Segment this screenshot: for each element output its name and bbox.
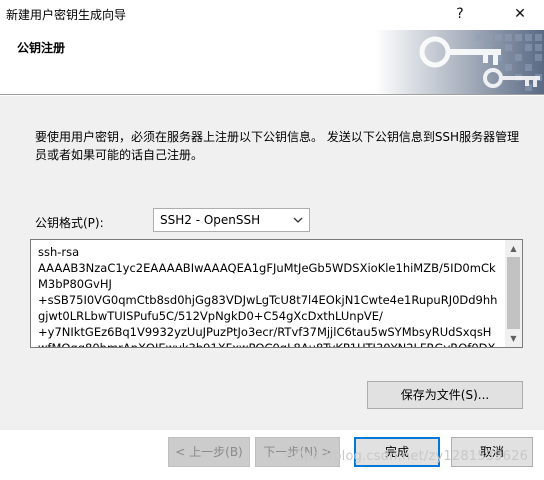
- public-key-textarea[interactable]: ssh-rsa AAAAB3NzaC1yc2EAAAABIwAAAQEA1gFJ…: [30, 239, 523, 348]
- help-button[interactable]: ?: [440, 0, 480, 28]
- format-label: 公钥格式(P):: [35, 216, 104, 230]
- wizard-body: 要使用用户密钥，必须在服务器上注册以下公钥信息。 发送以下公钥信息到SSH服务器…: [0, 96, 544, 430]
- format-select[interactable]: SSH2 - OpenSSH: [153, 208, 310, 232]
- title-bar: 新建用户密钥生成向导 ? ✕: [0, 0, 544, 30]
- wizard-header: 公钥注册: [0, 30, 544, 95]
- vertical-scrollbar[interactable]: ▲ ▼: [505, 240, 522, 347]
- scroll-up-icon[interactable]: ▲: [505, 240, 522, 257]
- format-select-value: SSH2 - OpenSSH: [160, 213, 261, 227]
- page-title: 公钥注册: [17, 41, 66, 55]
- close-button[interactable]: ✕: [500, 0, 540, 28]
- scroll-down-icon[interactable]: ▼: [505, 330, 522, 347]
- prev-button[interactable]: < 上一步(B): [168, 437, 250, 467]
- public-key-text: ssh-rsa AAAAB3NzaC1yc2EAAAABIwAAAQEA1gFJ…: [38, 245, 498, 348]
- watermark-text: https://blog.csdn.net/zy1281539626: [285, 449, 529, 464]
- description-text: 要使用用户密钥，必须在服务器上注册以下公钥信息。 发送以下公钥信息到SSH服务器…: [35, 130, 520, 162]
- scrollbar-thumb[interactable]: [507, 257, 520, 329]
- chevron-down-icon: [293, 217, 303, 223]
- save-to-file-button[interactable]: 保存为文件(S)...: [367, 381, 523, 409]
- window-title: 新建用户密钥生成向导: [6, 8, 127, 22]
- key-banner-icon: [375, 30, 544, 94]
